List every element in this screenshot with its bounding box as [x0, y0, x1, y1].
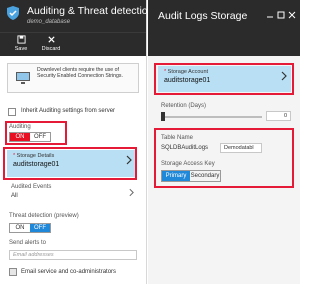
- info-banner: Downlevel clients require the use of Sec…: [7, 63, 139, 93]
- blade-title: Auditing & Threat detection: [27, 5, 154, 17]
- discard-label: Discard: [41, 46, 61, 52]
- email-admins-checkbox[interactable]: [9, 268, 17, 276]
- threat-on-option[interactable]: ON: [10, 224, 30, 232]
- threat-detection-toggle[interactable]: ON OFF: [9, 223, 51, 233]
- window-controls: [266, 6, 296, 19]
- command-bar: Save Discard: [0, 32, 146, 56]
- highlight-storage-details: [3, 147, 137, 180]
- discard-button[interactable]: Discard: [36, 35, 66, 52]
- send-alerts-label: Send alerts to: [9, 240, 47, 246]
- minimize-icon[interactable]: [266, 6, 274, 18]
- chevron-right-icon[interactable]: [129, 188, 134, 197]
- retention-slider-track[interactable]: [162, 116, 262, 118]
- email-admins-label: Email service and co-administrators: [21, 269, 117, 275]
- retention-input[interactable]: 0: [266, 111, 291, 121]
- audited-events-label: Audited Events: [11, 184, 52, 190]
- auditing-titlebar: Auditing & Threat detection demo_databas…: [0, 0, 153, 32]
- blade-subtitle: demo_database: [27, 19, 71, 25]
- inherit-checkbox[interactable]: [8, 108, 16, 116]
- info-text: Downlevel clients require the use of Sec…: [37, 67, 123, 80]
- close-icon[interactable]: [288, 6, 296, 19]
- monitor-icon: [16, 72, 30, 84]
- highlight-storage-account: [154, 63, 294, 95]
- save-icon: [16, 35, 26, 44]
- highlight-auditing: [5, 121, 67, 145]
- send-alerts-input[interactable]: Email addresses: [9, 250, 137, 260]
- close-icon: [47, 36, 55, 43]
- threat-off-option[interactable]: OFF: [30, 224, 50, 232]
- shield-icon: [5, 5, 21, 21]
- highlight-table-key: [154, 128, 294, 188]
- blade-title: Audit Logs Storage: [158, 10, 248, 22]
- save-label: Save: [14, 46, 28, 52]
- audited-events-value: All: [11, 193, 18, 199]
- audit-logs-storage-blade: Audit Logs Storage * Storage Account aud…: [148, 0, 300, 284]
- threat-detection-label: Threat detection (preview): [9, 213, 79, 219]
- auditing-blade: Auditing & Threat detection demo_databas…: [0, 0, 153, 284]
- storage-titlebar: Audit Logs Storage: [148, 0, 300, 56]
- maximize-icon[interactable]: [277, 6, 285, 19]
- retention-slider-handle[interactable]: [161, 112, 165, 121]
- save-button[interactable]: Save: [6, 35, 36, 52]
- retention-label: Retention (Days): [161, 103, 207, 109]
- inherit-label: Inherit Auditing settings from server: [21, 108, 116, 114]
